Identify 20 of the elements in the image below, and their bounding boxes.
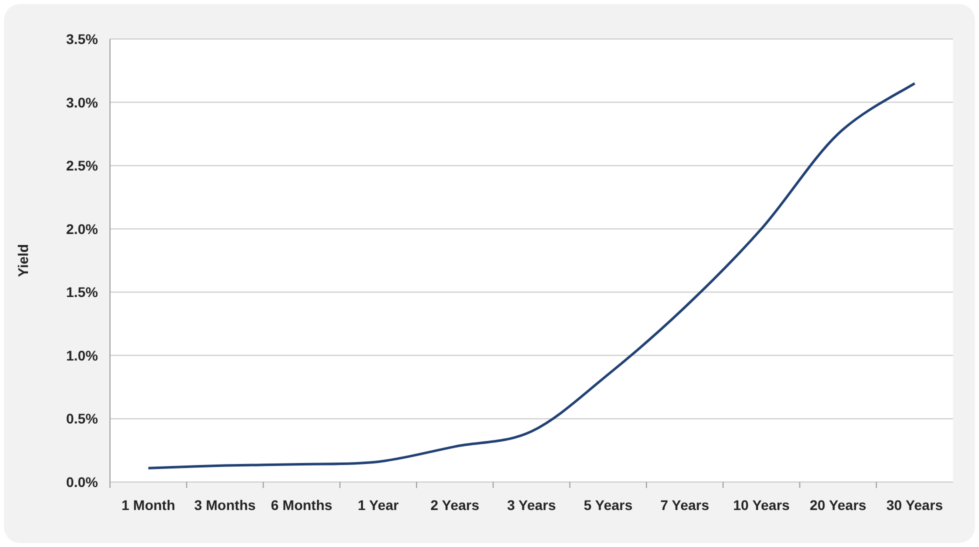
- x-tick-label: 3 Years: [507, 497, 556, 513]
- y-tick-label: 3.0%: [66, 94, 98, 110]
- x-tick-label: 2 Years: [430, 497, 480, 513]
- x-tick-label: 10 Years: [733, 497, 790, 513]
- y-tick-label: 2.0%: [66, 220, 98, 237]
- x-tick-label: 20 Years: [810, 497, 866, 513]
- y-tick-label: 0.5%: [66, 410, 98, 427]
- y-axis-title: Yield: [15, 244, 31, 277]
- x-tick-label: 3 Months: [194, 497, 256, 513]
- x-tick-label: 1 Year: [358, 497, 399, 513]
- y-tick-label: 0.0%: [66, 474, 98, 490]
- x-tick-label: 6 Months: [270, 497, 332, 513]
- y-tick-label: 1.5%: [66, 284, 98, 300]
- y-tick-label: 3.5%: [66, 31, 98, 47]
- x-tick-label: 1 Month: [122, 497, 176, 513]
- y-tick-label: 2.5%: [66, 158, 98, 174]
- x-tick-label: 5 Years: [584, 497, 633, 513]
- x-tick-label: 30 Years: [886, 497, 943, 513]
- y-tick-label: 1.0%: [66, 347, 98, 364]
- x-tick-label: 7 Years: [660, 497, 710, 513]
